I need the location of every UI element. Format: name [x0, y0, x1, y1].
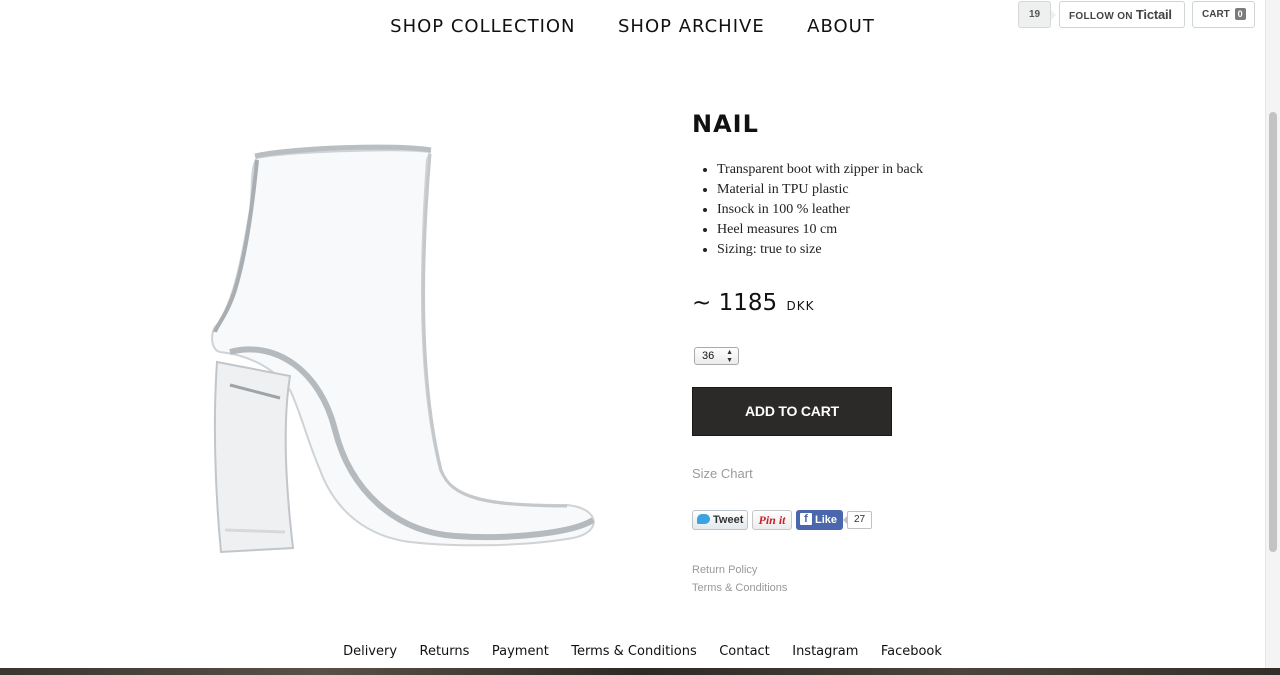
feature-item: Transparent boot with zipper in back	[717, 160, 923, 180]
footer-nav: Delivery Returns Payment Terms & Conditi…	[0, 642, 1280, 660]
terms-conditions-link[interactable]: Terms & Conditions	[692, 582, 787, 594]
nav-about[interactable]: ABOUT	[807, 16, 875, 37]
return-policy-link[interactable]: Return Policy	[692, 564, 757, 576]
feature-item: Material in TPU plastic	[717, 180, 923, 200]
twitter-bird-icon	[697, 514, 710, 525]
price-prefix: ~	[692, 290, 712, 316]
cart-count-badge: 0	[1234, 8, 1246, 20]
feature-item: Sizing: true to size	[717, 240, 923, 260]
vertical-scrollbar[interactable]	[1265, 0, 1280, 668]
product-title: NAIL	[692, 110, 759, 138]
add-to-cart-button[interactable]: ADD TO CART	[692, 387, 892, 436]
feature-item: Insock in 100 % leather	[717, 200, 923, 220]
product-feature-list: Transparent boot with zipper in back Mat…	[717, 160, 923, 260]
follower-count-badge: 19	[1018, 1, 1056, 28]
nav-shop-archive[interactable]: SHOP ARCHIVE	[618, 16, 765, 37]
footer-link-payment[interactable]: Payment	[492, 644, 549, 659]
transparent-boot-image	[195, 140, 615, 570]
footer-link-delivery[interactable]: Delivery	[343, 644, 397, 659]
footer-link-contact[interactable]: Contact	[719, 644, 770, 659]
footer-link-instagram[interactable]: Instagram	[792, 644, 858, 659]
like-count-badge: 27	[843, 511, 872, 529]
product-price: ~ 1185 DKK	[692, 290, 814, 316]
like-label: Like	[815, 514, 838, 526]
follow-label: FOLLOW ON	[1069, 11, 1133, 22]
background-strip	[0, 668, 1280, 675]
size-select[interactable]: 36 ▲ ▼	[694, 347, 739, 365]
scrollbar-thumb[interactable]	[1269, 112, 1277, 552]
size-selected-value: 36	[702, 350, 715, 362]
footer-link-returns[interactable]: Returns	[420, 644, 470, 659]
follow-on-tictail-button[interactable]: FOLLOW ON Tictail	[1059, 1, 1185, 28]
size-chart-link[interactable]: Size Chart	[692, 466, 753, 481]
pin-it-button[interactable]: Pin it	[752, 510, 792, 530]
footer-link-terms[interactable]: Terms & Conditions	[571, 644, 697, 659]
feature-item: Heel measures 10 cm	[717, 220, 923, 240]
facebook-like-button[interactable]: f Like	[796, 510, 843, 530]
facebook-icon: f	[800, 513, 812, 526]
tweet-button[interactable]: Tweet	[692, 510, 748, 530]
cart-button[interactable]: CART 0	[1192, 1, 1255, 28]
footer-link-facebook[interactable]: Facebook	[881, 644, 942, 659]
select-arrows-icon: ▲ ▼	[726, 349, 733, 364]
tweet-label: Tweet	[713, 514, 744, 526]
nav-shop-collection[interactable]: SHOP COLLECTION	[390, 16, 575, 37]
tictail-brand: Tictail	[1135, 7, 1172, 22]
cart-label: CART	[1202, 9, 1230, 20]
price-value: 1185	[718, 290, 778, 316]
price-currency: DKK	[786, 299, 815, 313]
